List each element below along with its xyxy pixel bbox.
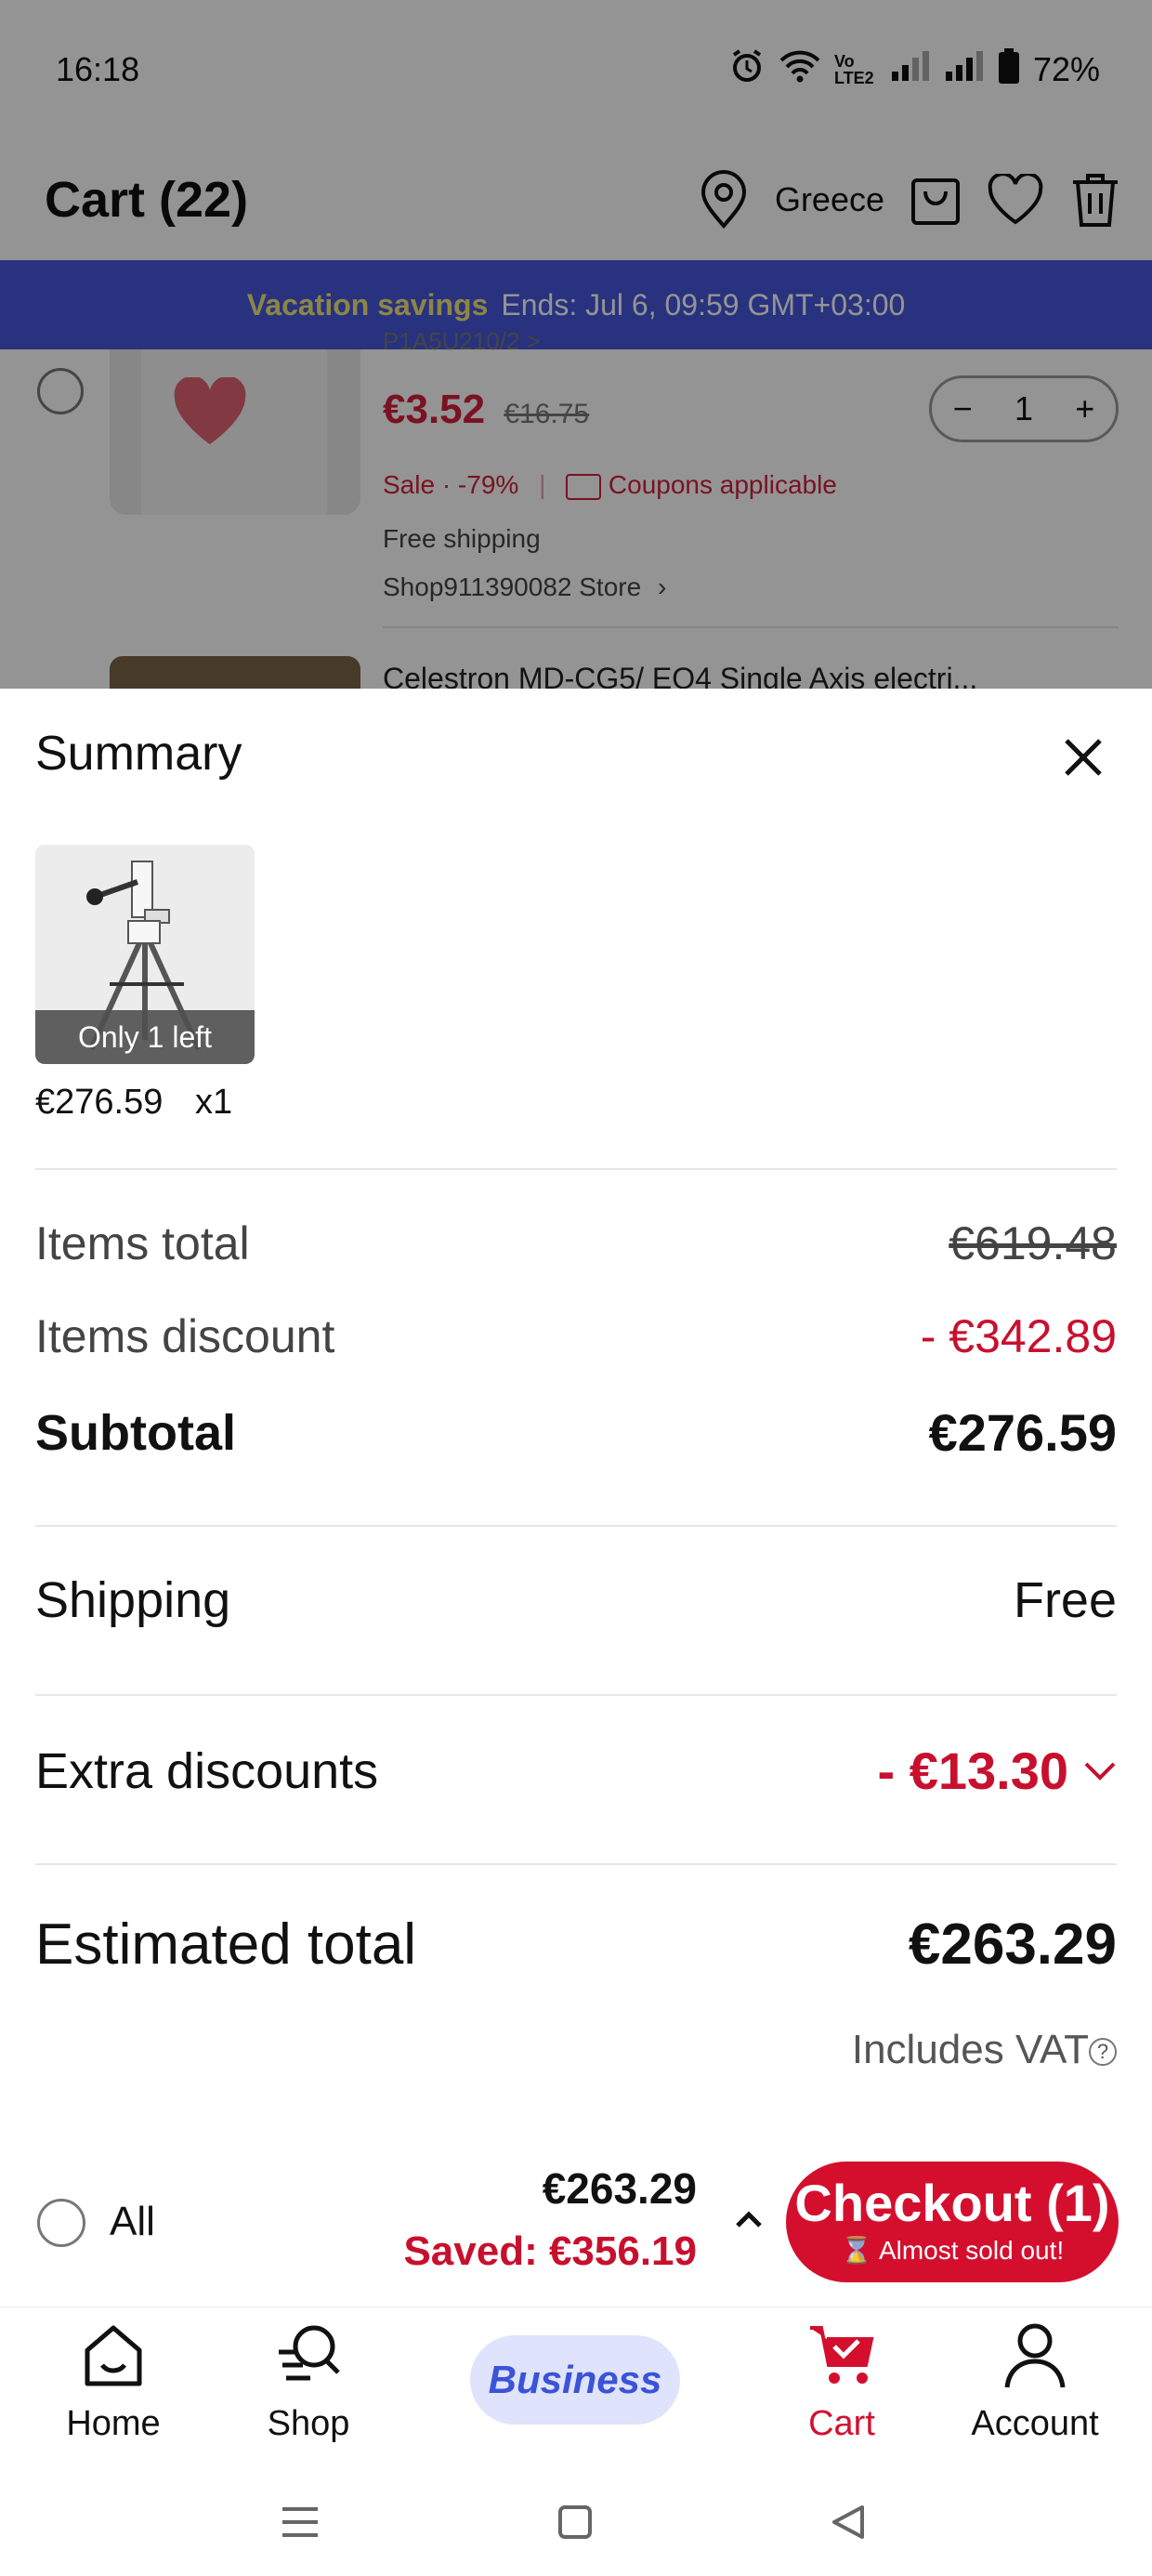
checkout-button[interactable]: Checkout (1) ⌛ Almost sold out!: [786, 2162, 1119, 2282]
close-button[interactable]: [1054, 728, 1113, 787]
home-square-icon[interactable]: [552, 2502, 598, 2543]
account-icon: [1004, 2323, 1066, 2388]
summary-sheet: Summary Only 1 left €276.59 x1 Items tot…: [0, 689, 1152, 2307]
nav-home-label: Home: [66, 2404, 161, 2443]
nav-business[interactable]: Business: [470, 2335, 680, 2425]
dim-overlay[interactable]: [0, 0, 1152, 689]
vat-note: Includes VAT: [851, 2027, 1089, 2072]
system-nav-bar: [0, 2464, 1152, 2576]
cart-icon: [810, 2326, 874, 2384]
divider: [35, 1168, 1117, 1170]
divider: [35, 1525, 1117, 1527]
subtotal-row: Subtotal €276.59: [35, 1402, 1117, 1463]
caret-up-icon[interactable]: [730, 2201, 767, 2238]
select-all-label[interactable]: All: [110, 2199, 155, 2245]
summary-title: Summary: [35, 727, 242, 781]
items-discount-row: Items discount - €342.89: [35, 1309, 1117, 1363]
select-all-radio[interactable]: [37, 2199, 85, 2247]
subtotal-value: €276.59: [928, 1403, 1117, 1462]
subtotal-label: Subtotal: [35, 1404, 236, 1461]
estimated-total-row: Estimated total €263.29: [35, 1912, 1117, 1978]
close-icon: [1065, 739, 1102, 776]
estimated-total-label: Estimated total: [35, 1912, 417, 1977]
nav-shop-label: Shop: [267, 2404, 350, 2443]
checkout-bar: All €263.29 Saved: €356.19 Checkout (1) …: [0, 2139, 1152, 2307]
nav-cart[interactable]: Cart: [758, 2320, 925, 2444]
chevron-down-icon[interactable]: [1083, 1760, 1117, 1782]
nav-account[interactable]: Account: [951, 2320, 1119, 2444]
shipping-value: Free: [1013, 1572, 1117, 1628]
shipping-label: Shipping: [35, 1572, 231, 1628]
divider: [35, 1694, 1117, 1696]
product-quantity: x1: [194, 1083, 233, 1122]
items-total-value: €619.48: [949, 1217, 1117, 1269]
bottom-nav: Home Shop Business Cart Account: [0, 2307, 1152, 2464]
checkout-button-label: Checkout (1): [794, 2174, 1110, 2232]
items-total-row: Items total €619.48: [35, 1216, 1117, 1270]
extra-discounts-label: Extra discounts: [35, 1742, 379, 1799]
home-icon: [85, 2325, 142, 2386]
extra-discounts-value: - €13.30: [877, 1741, 1069, 1800]
extra-discounts-row[interactable]: Extra discounts - €13.30: [35, 1741, 1117, 1801]
nav-account-label: Account: [971, 2404, 1099, 2443]
estimated-total-value: €263.29: [908, 1912, 1117, 1977]
product-price: €276.59: [35, 1083, 164, 1122]
menu-icon[interactable]: [277, 2502, 323, 2543]
stock-badge: Only 1 left: [35, 1010, 255, 1064]
items-discount-label: Items discount: [35, 1310, 335, 1362]
shipping-row: Shipping Free: [35, 1571, 1117, 1629]
help-icon[interactable]: ?: [1089, 2038, 1117, 2067]
nav-home[interactable]: Home: [30, 2320, 197, 2444]
hourglass-icon: ⌛: [840, 2236, 873, 2265]
items-total-label: Items total: [35, 1217, 250, 1269]
back-icon[interactable]: [825, 2502, 871, 2543]
items-discount-value: - €342.89: [920, 1310, 1117, 1362]
nav-shop[interactable]: Shop: [225, 2320, 392, 2444]
bar-saved: Saved: €356.19: [403, 2228, 697, 2274]
divider: [35, 1863, 1117, 1865]
product-thumbnail[interactable]: Only 1 left: [35, 845, 255, 1064]
checkout-button-sub: Almost sold out!: [878, 2236, 1065, 2265]
bar-total: €263.29: [542, 2164, 697, 2213]
search-icon: [279, 2325, 340, 2381]
nav-cart-label: Cart: [808, 2404, 875, 2443]
business-logo: Business: [488, 2358, 662, 2401]
